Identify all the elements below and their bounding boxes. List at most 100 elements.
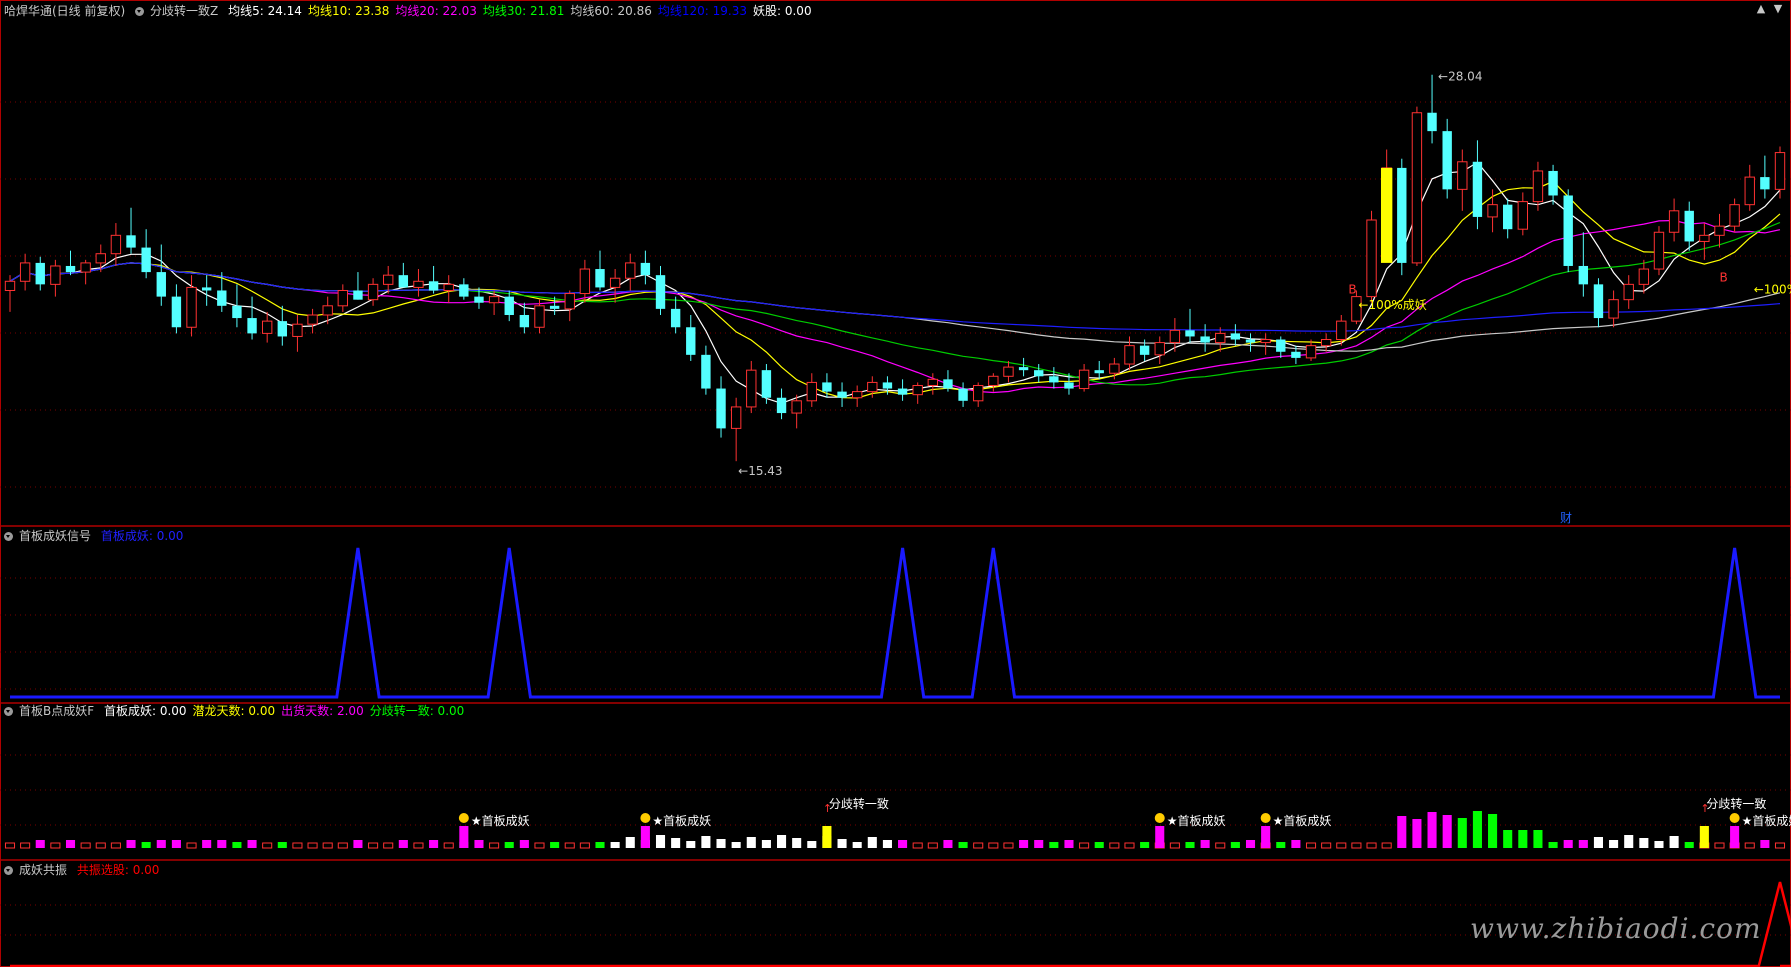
money-bag-icon [1154,813,1165,823]
candle-body [19,262,31,282]
indicator-bar [1639,838,1649,848]
signal-text-2: 分歧转一致 [829,796,889,811]
indicator-bar [1124,842,1135,849]
indicator-bar [232,842,242,848]
indicator-menu-icon[interactable] [4,866,13,875]
indicator-bar [1003,842,1014,849]
ma-legend-3: 均线30: 21.81 [482,4,565,18]
candle-body [776,397,787,414]
indicator-bar [1169,842,1180,849]
candle-body [1397,167,1407,263]
candle-body [1185,330,1195,337]
indicator-bar [1079,842,1090,849]
signal-text-0: ★首板成妖 [471,814,530,828]
signal-title[interactable]: 首板成妖信号 [19,529,91,543]
candle-body [201,287,212,291]
candle-body [625,262,636,279]
candle-body [1169,329,1181,344]
candle-body [322,305,333,316]
indicator-bar [80,842,91,849]
indicator-bar [837,839,847,848]
indicator-bar [852,842,862,848]
indicator-bar [1427,812,1437,848]
indicator-bar [1654,841,1664,848]
indicator-bar [898,840,908,848]
candle-body [277,321,287,337]
indicator-bar [988,842,999,849]
candle-body [716,388,726,429]
candle-body [595,269,605,288]
indicator-bar [277,842,287,848]
money-bag-icon [640,813,651,823]
candle-body [534,305,545,328]
indicator-bar [867,837,877,848]
arrow-up-icon[interactable]: ▲ [1754,2,1768,16]
indicator-bar [731,842,741,848]
indicator-bar [973,842,984,849]
indicator-bar [1774,842,1786,849]
arrow-down-icon[interactable]: ▼ [1771,2,1785,16]
indicator-bar [1518,830,1528,848]
candle-body [867,381,878,393]
candle-body [413,280,424,288]
candle-body [1638,268,1650,285]
candle-body [791,400,802,414]
indicator-bar [1094,842,1104,848]
indicator-bar [262,842,273,849]
signal-label-2: ←100%成妖 [1754,283,1791,297]
indicator-menu-icon[interactable] [4,532,13,541]
candle-body [217,290,227,306]
candle-body [1200,336,1210,343]
candle-body [882,382,893,389]
candle-body [1094,370,1104,374]
indicator-bar [534,842,545,849]
signal-bar-3 [1155,826,1165,848]
candle-body [897,388,908,395]
ma-line-20 [9,219,1781,394]
candle-body [1472,161,1483,217]
indicator-bar [474,840,484,848]
candle-body [65,265,76,273]
indicator-bar [595,842,605,848]
indicator-bar [1760,840,1770,848]
candle-body [1457,161,1468,190]
ma-line-30 [9,221,1781,386]
high-label: ←28.04 [1438,70,1482,84]
candle-body [1215,332,1226,344]
indicator-bar [217,840,227,848]
ma-legend-2: 均线20: 22.03 [395,4,477,18]
outer-frame [0,0,1791,967]
bpoint-legend-1: 潜龙天数: 0.00 [192,704,276,718]
indicator-name[interactable]: 分歧转一致Z [150,4,218,18]
candle-body [1608,299,1619,319]
indicator-bar [1064,840,1074,848]
signal-text-6: ★首板成妖 [1742,814,1791,828]
indicator-menu-icon[interactable] [4,707,13,716]
candle-body [1623,283,1634,301]
candle-body [1442,131,1452,190]
bpoint-title[interactable]: 首板B点成妖F [19,704,94,718]
candle-body [761,370,772,398]
indicator-bar [1548,842,1558,848]
candle-body [1593,284,1604,319]
indicator-bar [610,842,620,848]
indicator-bar [429,840,439,848]
bpoint-legend-2: 出货天数: 2.00 [281,704,364,718]
candle-body [1548,170,1558,196]
ma-legend-5: 均线120: 19.33 [657,4,747,18]
candle-body [1578,265,1589,285]
resonance-title[interactable]: 成妖共振 [19,863,67,877]
candle-body [4,280,16,291]
indicator-bar [807,841,817,848]
bpoint-panel-header: 首板B点成妖F 首板成妖: 0.00 潜龙天数: 0.00 出货天数: 2.00 分歧… [4,703,476,719]
candle-body [156,272,166,297]
candle-body [1774,152,1786,190]
candle-body [186,286,197,328]
indicator-bar [1488,814,1498,848]
indicator-menu-icon[interactable] [135,7,145,16]
indicator-bar [110,842,121,849]
signal-text-5: 分歧转一致 [1706,796,1766,811]
candle-body [806,381,817,402]
candle-body [1729,204,1740,227]
candle-body [1124,345,1135,365]
